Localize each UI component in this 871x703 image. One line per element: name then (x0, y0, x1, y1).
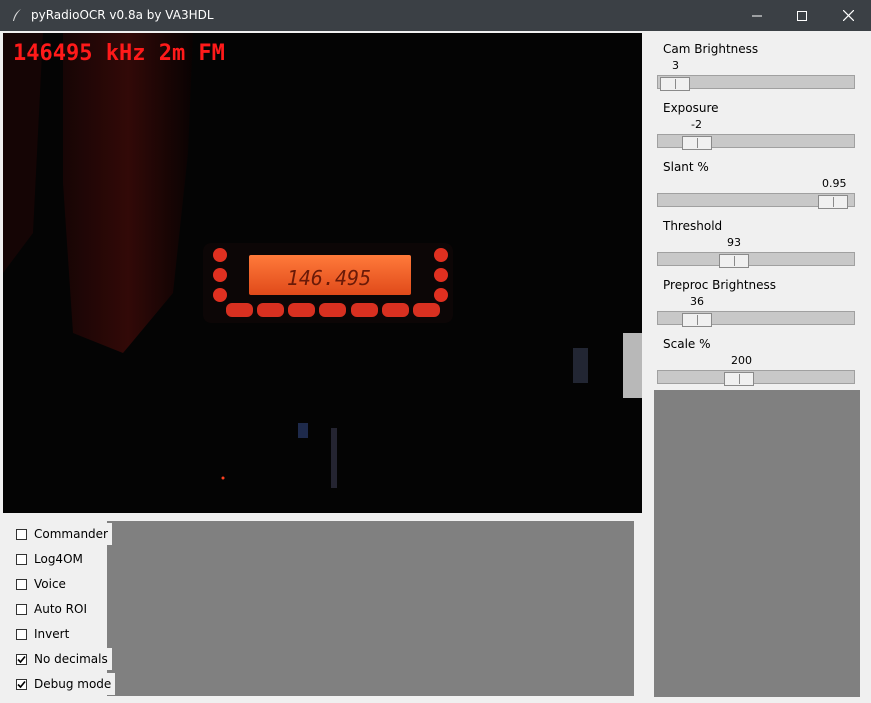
camera-image: 146.495 (3, 33, 642, 513)
trough[interactable] (657, 311, 855, 327)
slider-thumb[interactable] (682, 136, 712, 150)
checkbox-label: No decimals (34, 652, 108, 666)
checkbox[interactable] (16, 628, 27, 640)
preview-canvas-bottom (107, 521, 634, 696)
feather-icon (10, 8, 24, 22)
checkmark-icon (17, 655, 26, 663)
slider-value: 93 (727, 236, 741, 249)
slider-value: 3 (672, 59, 679, 72)
title-bar: pyRadioOCR v0.8a by VA3HDL (0, 0, 871, 31)
checkbox-label: Auto ROI (34, 602, 87, 616)
trough[interactable] (657, 75, 855, 91)
slider-thumb[interactable] (660, 77, 690, 91)
slider-label: Slant % (663, 160, 709, 174)
frequency-overlay: 146495 kHz 2m FM (13, 41, 225, 66)
slider-thumb[interactable] (682, 313, 712, 327)
checkbox[interactable] (16, 678, 27, 690)
checkbox-auto-roi[interactable]: Auto ROI (10, 598, 91, 620)
checkbox-debug-mode[interactable]: Debug mode (10, 673, 116, 695)
slider-label: Scale % (663, 337, 711, 351)
checkbox-label: Debug mode (34, 677, 112, 691)
window-title: pyRadioOCR v0.8a by VA3HDL (31, 8, 214, 22)
slider-label: Cam Brightness (663, 42, 759, 56)
slider-thumb[interactable] (724, 372, 754, 386)
slider-value: 36 (690, 295, 704, 308)
checkbox-label: Commander (34, 527, 108, 541)
maximize-icon (797, 10, 807, 21)
checkbox[interactable] (16, 553, 27, 565)
preview-canvas-right (654, 390, 860, 697)
checkbox[interactable] (16, 653, 27, 665)
camera-feed: 146.495 146495 kHz 2m FM (3, 33, 642, 513)
checkbox-commander[interactable]: Commander (10, 523, 112, 545)
checkmark-icon (17, 680, 26, 688)
close-button[interactable] (825, 0, 871, 31)
checkbox-label: Voice (34, 577, 66, 591)
maximize-button[interactable] (779, 0, 825, 31)
slider-value: -2 (691, 118, 702, 131)
trough[interactable] (657, 193, 855, 209)
controls-panel: Cam Brightness 3 Exposure -2 Slant % 0.9… (649, 33, 871, 703)
trough[interactable] (657, 134, 855, 150)
slider-label: Preproc Brightness (663, 278, 777, 292)
slider-label: Exposure (663, 101, 719, 115)
checkbox[interactable] (16, 528, 27, 540)
slider-value: 0.95 (822, 177, 847, 190)
checkbox-log4om[interactable]: Log4OM (10, 548, 87, 570)
checkbox-voice[interactable]: Voice (10, 573, 70, 595)
slider-thumb[interactable] (818, 195, 848, 209)
slider-value: 200 (731, 354, 752, 367)
trough[interactable] (657, 252, 855, 268)
checkbox[interactable] (16, 603, 27, 615)
checkbox-label: Invert (34, 627, 70, 641)
checkbox-no-decimals[interactable]: No decimals (10, 648, 112, 670)
minimize-button[interactable] (734, 0, 780, 31)
close-icon (842, 10, 854, 21)
minimize-icon (752, 15, 762, 16)
radio-lcd-text: 146.495 (287, 266, 371, 290)
checkbox-invert[interactable]: Invert (10, 623, 74, 645)
checkbox[interactable] (16, 578, 27, 590)
slider-label: Threshold (663, 219, 723, 233)
checkbox-label: Log4OM (34, 552, 83, 566)
slider-thumb[interactable] (719, 254, 749, 268)
trough[interactable] (657, 370, 855, 386)
